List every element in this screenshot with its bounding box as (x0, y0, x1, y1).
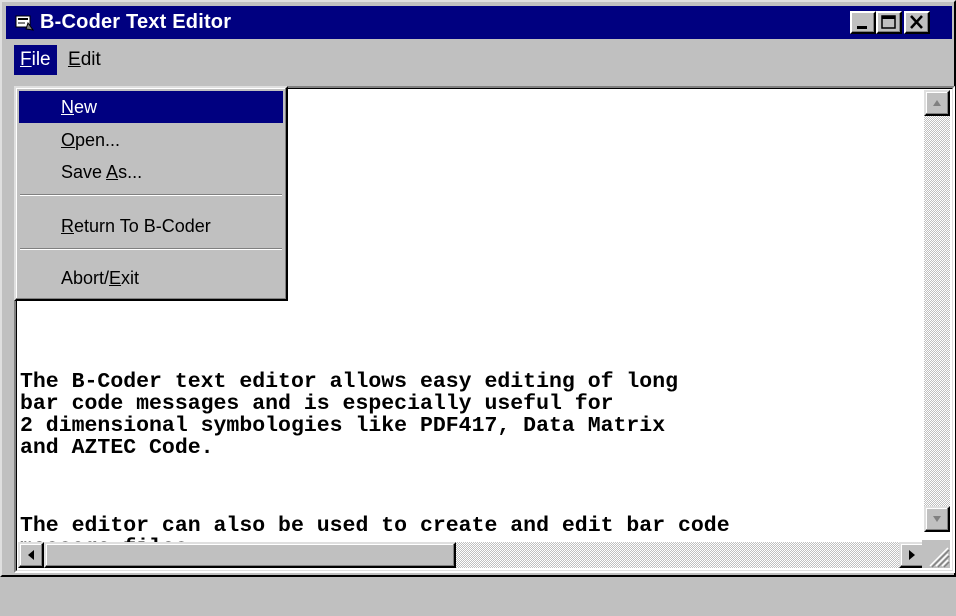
menu-item-open[interactable]: Open... (19, 124, 283, 156)
size-grip-icon (929, 547, 950, 568)
text-line: and AZTEC Code. (20, 436, 214, 460)
scroll-up-button[interactable] (924, 90, 950, 116)
app-icon[interactable] (14, 13, 35, 32)
close-icon (910, 15, 923, 29)
paragraph-1: The B-Coder text editor allows easy edit… (20, 371, 730, 459)
menu-item-return-mnemonic: R (61, 216, 74, 236)
menu-separator (20, 248, 282, 250)
menu-item-save-as-mnemonic: A (106, 162, 119, 182)
menu-edit[interactable]: Edit (62, 45, 107, 75)
horizontal-scroll-thumb[interactable] (44, 542, 456, 568)
text-line: bar code messages and is especially usef… (20, 392, 614, 416)
menu-file-mnemonic: F (20, 49, 32, 70)
menu-item-return-to-b-coder[interactable]: Return To B-Coder (19, 210, 283, 242)
scroll-down-button[interactable] (924, 506, 950, 532)
menu-item-return-label: eturn To B-Coder (74, 216, 211, 236)
menu-separator (20, 194, 282, 196)
menu-item-save-as[interactable]: Save As... (19, 156, 283, 188)
minimize-button[interactable] (850, 11, 876, 34)
menu-item-new-mnemonic: N (61, 97, 74, 117)
menu-item-save-as-label: s... (118, 162, 143, 182)
window-title: B-Coder Text Editor (40, 11, 232, 33)
menu-item-abort-exit[interactable]: Abort/Exit (19, 262, 283, 294)
scroll-down-icon (933, 516, 941, 522)
menu-item-open-label: pen... (75, 130, 121, 150)
menu-item-exit-pre: Abort/ (61, 268, 110, 288)
file-menu-dropdown: New Open... Save As... Return To B-Coder… (14, 86, 288, 301)
menu-item-save-as-pre: Save (61, 162, 107, 182)
text-line: The editor can also be used to create an… (20, 514, 730, 538)
text-line: 2 dimensional symbologies like PDF417, D… (20, 414, 666, 438)
scroll-left-icon (28, 550, 34, 560)
scroll-left-button[interactable] (18, 542, 44, 568)
vertical-scrollbar[interactable] (924, 90, 950, 532)
menu-item-open-mnemonic: O (61, 130, 76, 150)
menu-bar: File Edit (6, 42, 952, 82)
scroll-up-icon (933, 100, 941, 106)
horizontal-scrollbar[interactable] (18, 542, 925, 568)
title-bar[interactable]: B-Coder Text Editor (6, 6, 952, 39)
menu-file-label: ile (31, 49, 51, 70)
minimize-icon (857, 26, 867, 29)
close-button[interactable] (904, 11, 930, 34)
menu-item-new-label: ew (74, 97, 98, 117)
menu-file[interactable]: File (14, 45, 57, 75)
maximize-button[interactable] (876, 11, 902, 34)
menu-item-new[interactable]: New (19, 91, 283, 123)
editor-text[interactable]: The B-Coder text editor allows easy edit… (20, 327, 730, 615)
maximize-icon (881, 15, 896, 29)
menu-edit-label: dit (80, 49, 101, 70)
text-line: The B-Coder text editor allows easy edit… (20, 370, 679, 394)
menu-item-exit-mnemonic: E (109, 268, 122, 288)
editor-window: B-Coder Text Editor File Edit The B-Code… (0, 0, 956, 577)
menu-edit-mnemonic: E (68, 49, 81, 70)
scroll-right-icon (909, 550, 915, 560)
size-grip[interactable] (922, 540, 950, 568)
menu-item-exit-label: xit (121, 268, 140, 288)
